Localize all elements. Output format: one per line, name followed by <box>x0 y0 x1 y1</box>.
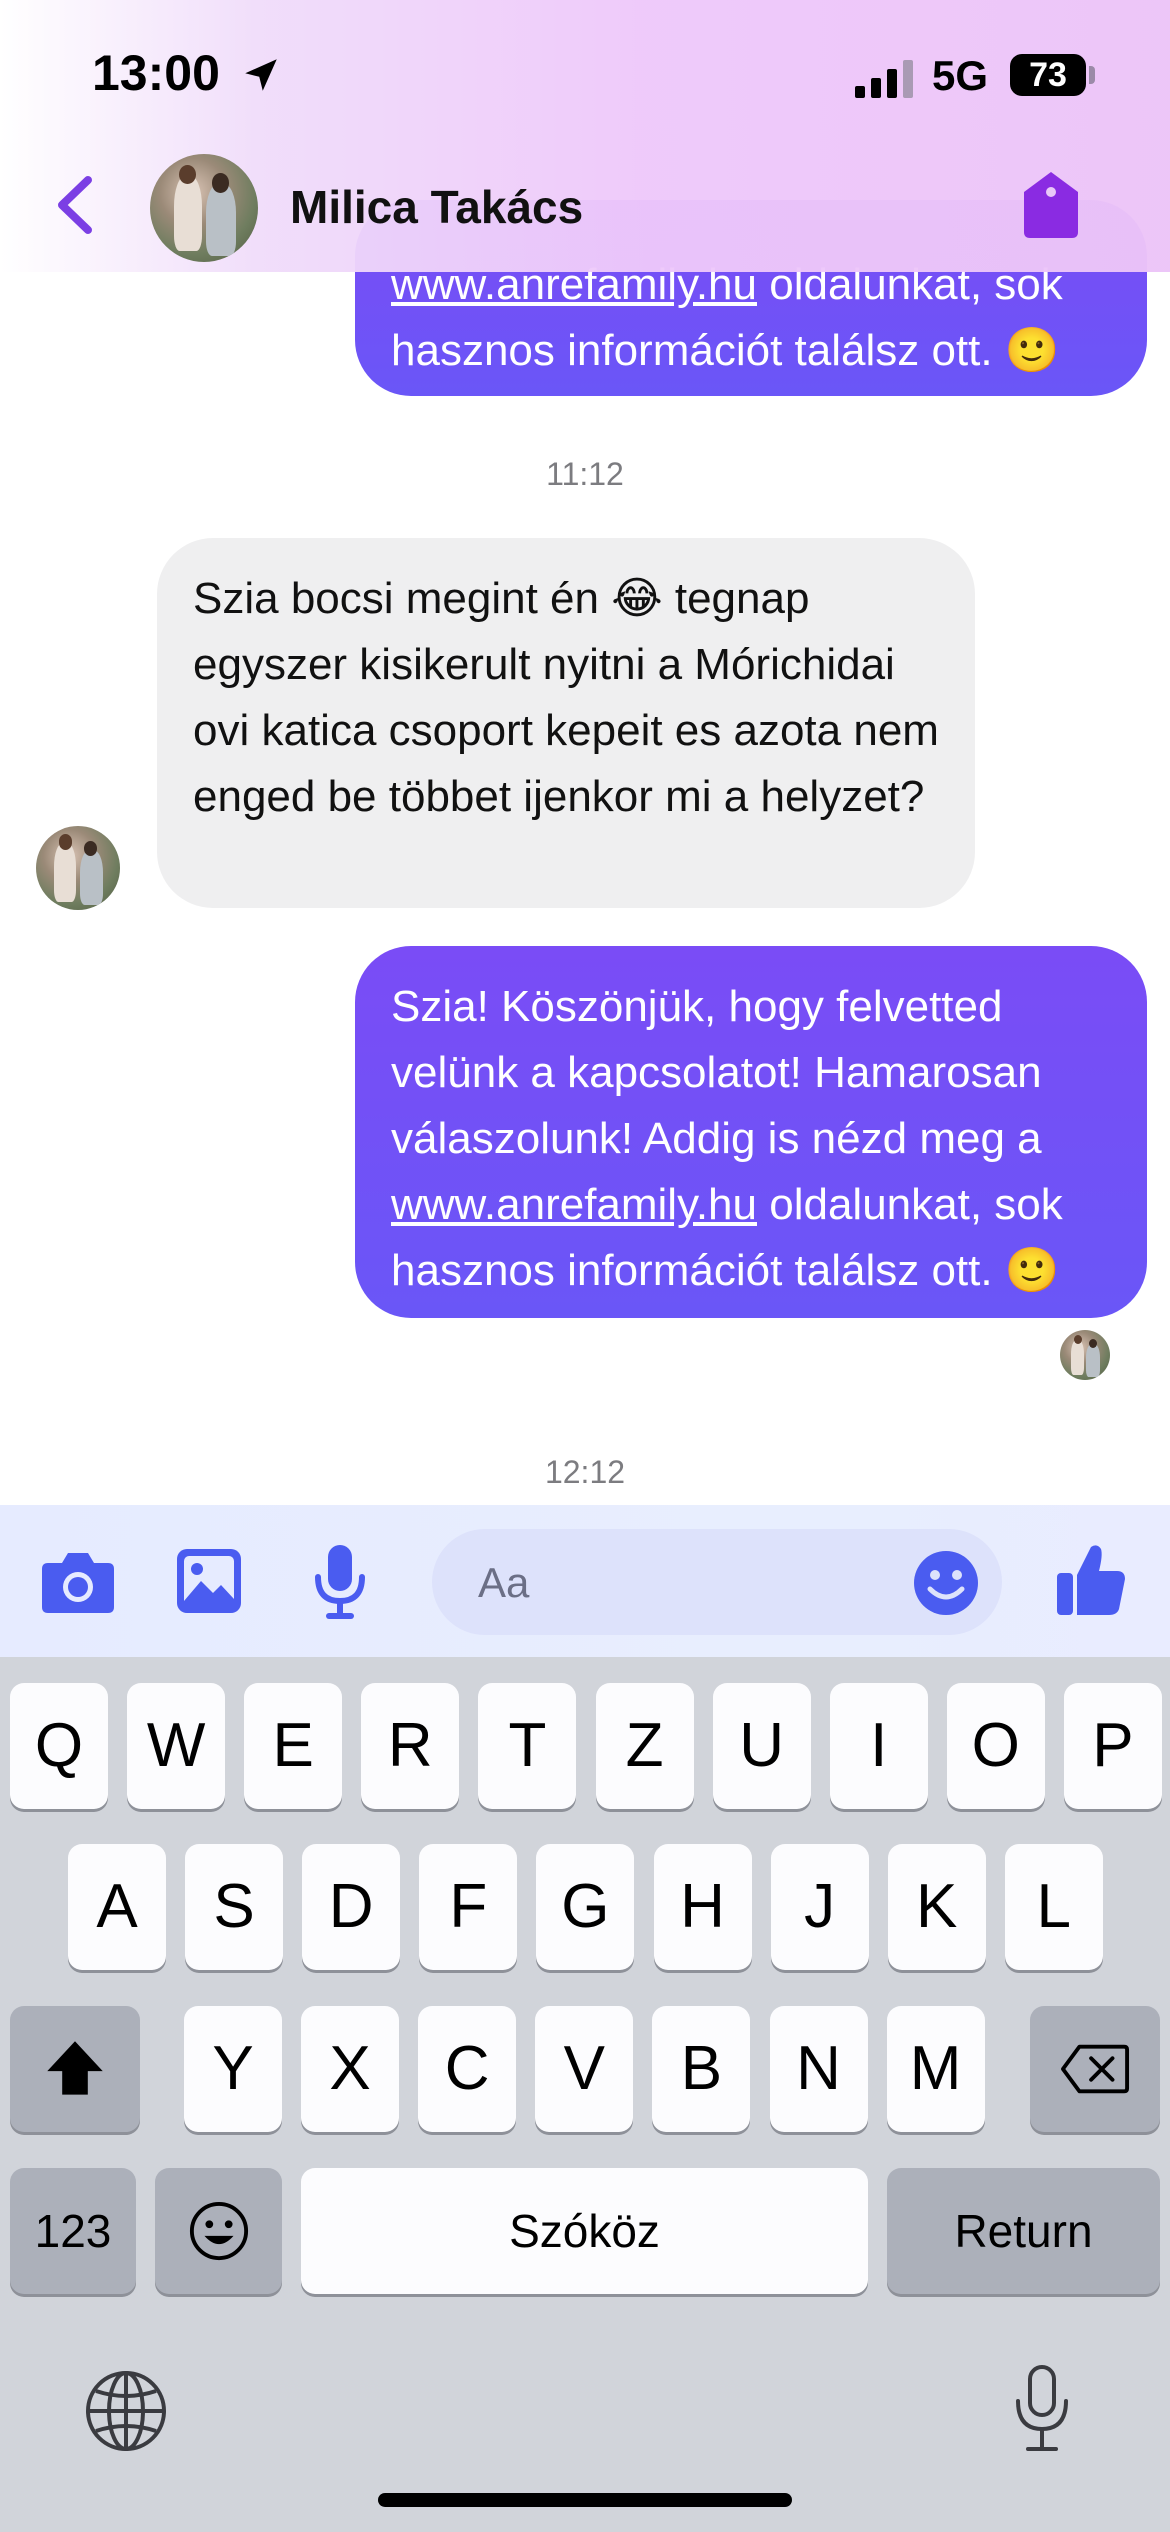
status-time: 13:00 <box>92 45 220 101</box>
key-x[interactable]: X <box>301 2006 400 2132</box>
read-receipt-avatar <box>1060 1330 1110 1380</box>
network-type: 5G <box>932 52 989 99</box>
backspace-key[interactable] <box>1030 2006 1160 2132</box>
key-l[interactable]: L <box>1004 1844 1103 1970</box>
contact-avatar[interactable] <box>36 826 120 910</box>
incoming-message-bubble[interactable]: Szia bocsi megint én 😂 tegnap egyszer ki… <box>157 538 975 908</box>
battery-icon: 73 <box>1010 54 1086 96</box>
key-o[interactable]: O <box>946 1683 1045 1809</box>
message-link[interactable]: www.anrefamily.hu <box>391 1180 757 1229</box>
key-k[interactable]: K <box>887 1844 986 1970</box>
message-text: Szia bocsi megint én 😂 tegnap egyszer ki… <box>193 574 939 821</box>
message-text: hasznos információt találsz ott. 🙂 <box>391 326 1060 375</box>
emoji-key[interactable] <box>155 2168 282 2294</box>
shift-arrow-icon <box>47 2041 103 2095</box>
location-arrow-icon <box>245 59 277 91</box>
home-indicator <box>378 2493 792 2507</box>
key-n[interactable]: N <box>769 2006 868 2132</box>
key-s[interactable]: S <box>185 1844 284 1970</box>
key-h[interactable]: H <box>653 1844 752 1970</box>
key-f[interactable]: F <box>419 1844 518 1970</box>
emoji-icon[interactable] <box>912 1549 980 1617</box>
microphone-icon[interactable] <box>312 1543 368 1621</box>
key-p[interactable]: P <box>1063 1683 1162 1809</box>
key-r[interactable]: R <box>361 1683 460 1809</box>
key-i[interactable]: I <box>829 1683 928 1809</box>
key-q[interactable]: Q <box>10 1683 108 1809</box>
key-d[interactable]: D <box>302 1844 401 1970</box>
key-b[interactable]: B <box>652 2006 751 2132</box>
message-input[interactable]: Aa <box>432 1529 1002 1635</box>
key-t[interactable]: T <box>478 1683 577 1809</box>
key-u[interactable]: U <box>712 1683 811 1809</box>
camera-icon[interactable] <box>40 1547 116 1615</box>
key-a[interactable]: A <box>68 1844 166 1970</box>
key-j[interactable]: J <box>770 1844 869 1970</box>
key-m[interactable]: M <box>886 2006 985 2132</box>
back-chevron-icon[interactable] <box>48 170 108 240</box>
emoji-face-icon <box>189 2201 248 2261</box>
outgoing-message-bubble[interactable]: Szia! Köszönjük, hogy felvetted velünk a… <box>355 946 1147 1318</box>
space-key[interactable]: Szóköz <box>301 2168 868 2294</box>
contact-name[interactable]: Milica Takács <box>290 180 583 234</box>
shift-key[interactable] <box>10 2006 140 2132</box>
key-z[interactable]: Z <box>595 1683 694 1809</box>
cellular-signal-icon <box>855 60 913 98</box>
image-gallery-icon[interactable] <box>175 1547 243 1615</box>
battery-tip <box>1089 66 1095 84</box>
chat-header: 13:00 5G 73 Milica Takács <box>0 0 1170 272</box>
thumbs-up-icon[interactable] <box>1055 1541 1127 1617</box>
numbers-key[interactable]: 123 <box>10 2168 136 2294</box>
message-timestamp: 11:12 <box>546 456 624 492</box>
message-composer: Aa <box>0 1505 1170 1657</box>
backspace-icon <box>1060 2044 1130 2094</box>
key-y[interactable]: Y <box>184 2006 282 2132</box>
message-text: Szia! Köszönjük, hogy felvetted velünk a… <box>391 982 1042 1163</box>
key-w[interactable]: W <box>127 1683 226 1809</box>
key-c[interactable]: C <box>418 2006 517 2132</box>
key-g[interactable]: G <box>536 1844 635 1970</box>
globe-icon[interactable] <box>84 2369 168 2453</box>
dictation-microphone-icon[interactable] <box>1010 2363 1074 2453</box>
message-input-placeholder: Aa <box>478 1559 530 1606</box>
message-timestamp: 12:12 <box>544 1454 626 1490</box>
contact-avatar[interactable] <box>150 154 258 262</box>
key-e[interactable]: E <box>244 1683 343 1809</box>
return-key[interactable]: Return <box>887 2168 1160 2294</box>
key-v[interactable]: V <box>535 2006 634 2132</box>
tag-icon[interactable] <box>1020 168 1082 240</box>
ios-keyboard: QWERTZUIOP ASDFGHJKL YXCVBNM 123 Szóköz … <box>0 1657 1170 2532</box>
